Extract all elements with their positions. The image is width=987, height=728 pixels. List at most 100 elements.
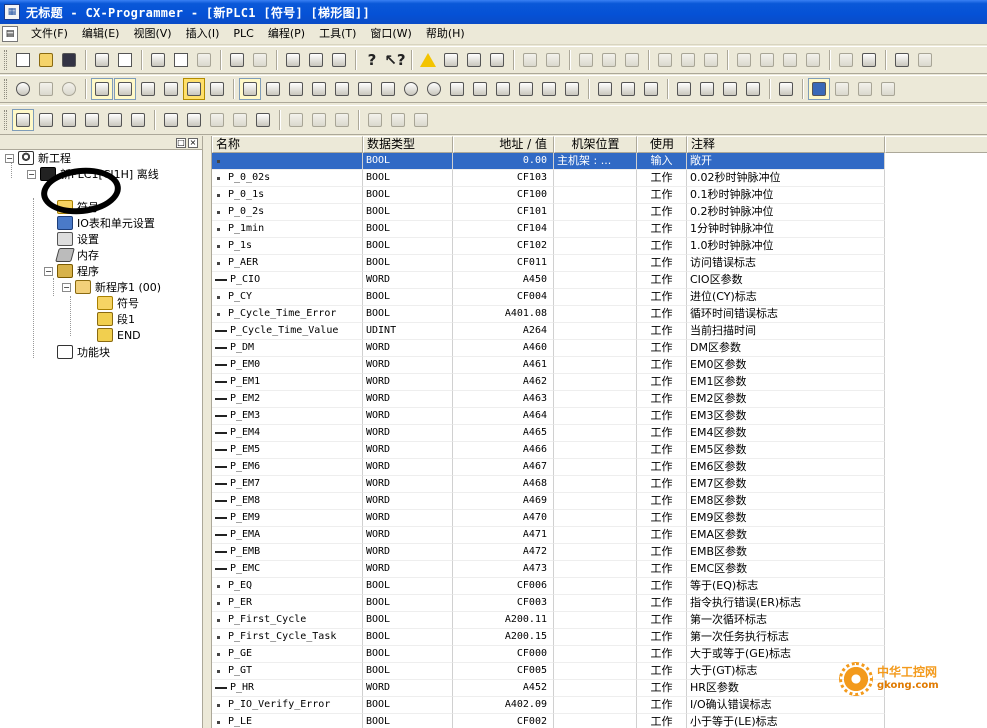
cell-name[interactable]: P_EM0	[212, 357, 363, 374]
cell-name[interactable]: P_First_Cycle_Task	[212, 629, 363, 646]
tree-item-function-blocks[interactable]: 功能块	[57, 344, 110, 360]
mode-program-button[interactable]	[733, 49, 755, 71]
table-row[interactable]: P_EM1 WORD A462 工作 EM1区参数	[212, 374, 987, 391]
new-closed-coil-button[interactable]	[423, 78, 445, 100]
cell-type[interactable]: WORD	[363, 272, 453, 289]
cell-usage[interactable]: 工作	[637, 340, 687, 357]
cell-usage[interactable]: 工作	[637, 425, 687, 442]
cell-comment[interactable]: EM4区参数	[687, 425, 885, 442]
cell-name[interactable]: P_EM5	[212, 442, 363, 459]
online-settings-button[interactable]	[594, 78, 616, 100]
cell-comment[interactable]: 1分钟时钟脉冲位	[687, 221, 885, 238]
new-contact-button[interactable]	[262, 78, 284, 100]
cell-comment[interactable]: EM6区参数	[687, 459, 885, 476]
cell-rack[interactable]	[554, 357, 637, 374]
table-row[interactable]: P_First_Cycle_Task BOOL A200.15 工作 第一次任务执行标志	[212, 629, 987, 646]
cell-usage[interactable]: 工作	[637, 612, 687, 629]
cell-rack[interactable]	[554, 306, 637, 323]
transfer-to-plc-button[interactable]	[575, 49, 597, 71]
collapse-icon[interactable]: −	[44, 266, 53, 276]
mode-monitor-button[interactable]	[779, 49, 801, 71]
cell-address[interactable]: CF100	[453, 187, 554, 204]
table-row[interactable]: P_CY BOOL CF004 工作 进位(CY)标志	[212, 289, 987, 306]
cell-type[interactable]: BOOL	[363, 289, 453, 306]
print-preview-button[interactable]	[114, 49, 136, 71]
cell-type[interactable]: WORD	[363, 493, 453, 510]
cell-name[interactable]: P_EM8	[212, 493, 363, 510]
menu-program[interactable]: 编程(P)	[261, 25, 312, 43]
cell-name[interactable]: P_ER	[212, 595, 363, 612]
cell-type[interactable]: WORD	[363, 459, 453, 476]
menu-tools[interactable]: 工具(T)	[312, 25, 363, 43]
cell-name[interactable]: P_AER	[212, 255, 363, 272]
output-window-button[interactable]	[35, 109, 57, 131]
table-row[interactable]: P_First_Cycle BOOL A200.11 工作 第一次循环标志	[212, 612, 987, 629]
transfer-from-plc-button[interactable]	[598, 49, 620, 71]
table-row[interactable]: P_EQ BOOL CF006 工作 等于(EQ)标志	[212, 578, 987, 595]
table-row[interactable]: P_0_1s BOOL CF100 工作 0.1秒时钟脉冲位	[212, 187, 987, 204]
cell-usage[interactable]: 工作	[637, 646, 687, 663]
menu-file[interactable]: 文件(F)	[24, 25, 75, 43]
cell-usage[interactable]: 输入	[637, 153, 687, 170]
cell-usage[interactable]: 工作	[637, 187, 687, 204]
cell-rack[interactable]	[554, 680, 637, 697]
cell-usage[interactable]: 工作	[637, 578, 687, 595]
new-fall-button[interactable]	[515, 78, 537, 100]
cell-rack[interactable]	[554, 408, 637, 425]
cell-rack[interactable]	[554, 187, 637, 204]
cell-type[interactable]: BOOL	[363, 663, 453, 680]
select-mode-button[interactable]	[239, 78, 261, 100]
line-delete-button[interactable]	[561, 78, 583, 100]
symbol-table-button[interactable]	[183, 109, 205, 131]
table-row[interactable]: P_EM4 WORD A465 工作 EM4区参数	[212, 425, 987, 442]
tree-item-programs[interactable]: − 程序	[44, 263, 99, 279]
cell-type[interactable]: BOOL	[363, 255, 453, 272]
new-coil-button[interactable]	[400, 78, 422, 100]
transfer-edit-button[interactable]	[742, 78, 764, 100]
column-header-address[interactable]: 地址 / 值	[453, 136, 554, 153]
binary-10-button[interactable]	[285, 109, 307, 131]
table-row[interactable]: P_Cycle_Time_Value UDINT A264 工作 当前扫描时间	[212, 323, 987, 340]
address-view-button[interactable]	[808, 78, 830, 100]
cell-type[interactable]: WORD	[363, 476, 453, 493]
cell-rack[interactable]	[554, 612, 637, 629]
cell-rack[interactable]	[554, 391, 637, 408]
cell-comment[interactable]: EMB区参数	[687, 544, 885, 561]
cell-rack[interactable]	[554, 527, 637, 544]
cell-rack[interactable]: 主机架 : ...	[554, 153, 637, 170]
mnemonic-view-button[interactable]	[229, 109, 251, 131]
rung-view-button[interactable]	[877, 78, 899, 100]
cell-name[interactable]: P_EM1	[212, 374, 363, 391]
cell-address[interactable]: A264	[453, 323, 554, 340]
cell-type[interactable]: WORD	[363, 391, 453, 408]
cell-comment[interactable]: 第一次任务执行标志	[687, 629, 885, 646]
cell-comment[interactable]: 当前扫描时间	[687, 323, 885, 340]
watch-button[interactable]	[58, 109, 80, 131]
table-row[interactable]: P_EM5 WORD A466 工作 EM5区参数	[212, 442, 987, 459]
cell-name[interactable]: P_EM9	[212, 510, 363, 527]
plc-table-button[interactable]	[640, 78, 662, 100]
cell-comment[interactable]: 等于(EQ)标志	[687, 578, 885, 595]
cell-name[interactable]: P_EM2	[212, 391, 363, 408]
cell-type[interactable]: BOOL	[363, 221, 453, 238]
cell-name[interactable]: P_IO_Verify_Error	[212, 697, 363, 714]
cell-rack[interactable]	[554, 425, 637, 442]
cell-comment[interactable]: DM区参数	[687, 340, 885, 357]
cell-type[interactable]: WORD	[363, 510, 453, 527]
cell-address[interactable]: A452	[453, 680, 554, 697]
cell-type[interactable]: BOOL	[363, 595, 453, 612]
io-comment-button[interactable]	[160, 109, 182, 131]
cell-address[interactable]: A472	[453, 544, 554, 561]
zoom-button[interactable]	[12, 78, 34, 100]
cell-comment[interactable]: 小于等于(LE)标志	[687, 714, 885, 728]
cell-usage[interactable]: 工作	[637, 493, 687, 510]
pane-restore-icon[interactable]: □	[176, 137, 186, 148]
tree-item-memory[interactable]: 内存	[55, 247, 99, 263]
cell-comment[interactable]: EM9区参数	[687, 510, 885, 527]
new-rise-button[interactable]	[492, 78, 514, 100]
cell-comment[interactable]: 0.1秒时钟脉冲位	[687, 187, 885, 204]
cell-rack[interactable]	[554, 629, 637, 646]
cell-name[interactable]: P_0_1s	[212, 187, 363, 204]
table-row[interactable]: P_Cycle_Time_Error BOOL A401.08 工作 循环时间错误标志	[212, 306, 987, 323]
table-row[interactable]: BOOL 0.00 主机架 : ... 输入 敞开	[212, 153, 987, 170]
